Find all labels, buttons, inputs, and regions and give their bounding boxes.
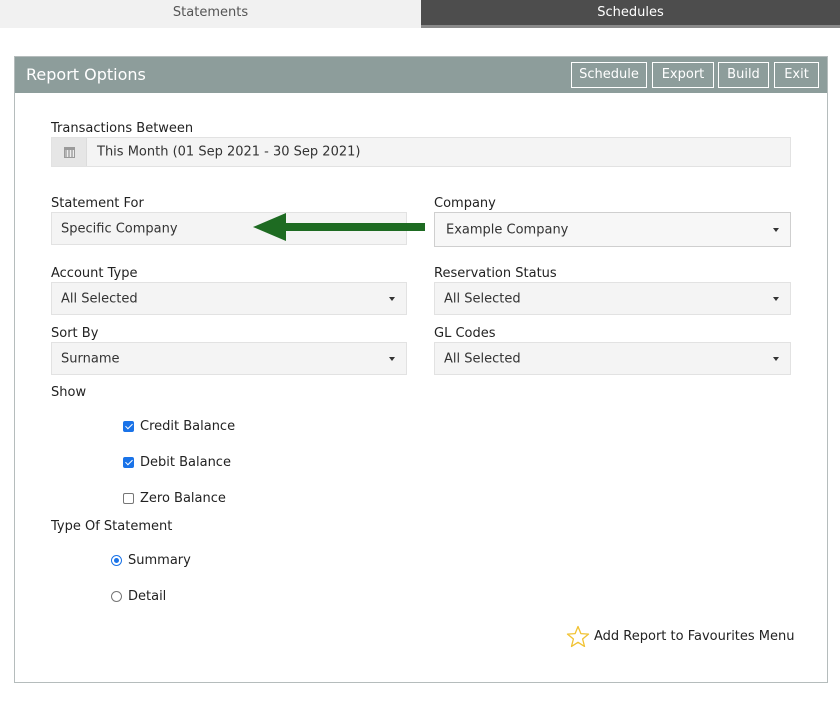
sort-by-value: Surname — [61, 351, 120, 366]
tab-bar: Statements Schedules — [0, 0, 840, 28]
export-button[interactable]: Export — [652, 62, 714, 88]
company-label: Company — [434, 196, 496, 211]
sort-by-select[interactable]: Surname — [51, 342, 407, 375]
company-value: Example Company — [446, 222, 569, 237]
sort-by-label: Sort By — [51, 326, 99, 341]
chevron-down-icon — [773, 296, 779, 301]
tab-schedules[interactable]: Schedules — [421, 0, 840, 28]
zero-balance-checkbox[interactable] — [123, 493, 134, 504]
debit-balance-option[interactable]: Debit Balance — [123, 455, 231, 470]
panel-header: Report Options Schedule Export Build Exi… — [15, 57, 827, 93]
summary-option[interactable]: Summary — [111, 553, 191, 568]
detail-label: Detail — [128, 589, 167, 604]
reservation-status-value: All Selected — [444, 291, 521, 306]
schedule-button[interactable]: Schedule — [571, 62, 647, 88]
annotation-arrow — [253, 211, 425, 243]
summary-radio[interactable] — [111, 555, 122, 566]
calendar-button[interactable] — [52, 138, 87, 166]
reservation-status-label: Reservation Status — [434, 266, 557, 281]
star-icon — [566, 625, 590, 648]
chevron-down-icon — [773, 356, 779, 361]
account-type-select[interactable]: All Selected — [51, 282, 407, 315]
account-type-value: All Selected — [61, 291, 138, 306]
chevron-down-icon — [773, 227, 779, 232]
calendar-icon — [64, 147, 75, 158]
gl-codes-select[interactable]: All Selected — [434, 342, 791, 375]
zero-balance-label: Zero Balance — [140, 491, 226, 506]
add-to-favourites-label: Add Report to Favourites Menu — [594, 629, 795, 644]
reservation-status-select[interactable]: All Selected — [434, 282, 791, 315]
credit-balance-checkbox[interactable] — [123, 421, 134, 432]
type-of-statement-label: Type Of Statement — [51, 519, 173, 534]
add-to-favourites-link[interactable]: Add Report to Favourites Menu — [566, 625, 795, 648]
gl-codes-label: GL Codes — [434, 326, 496, 341]
gl-codes-value: All Selected — [444, 351, 521, 366]
debit-balance-checkbox[interactable] — [123, 457, 134, 468]
chevron-down-icon — [389, 296, 395, 301]
credit-balance-label: Credit Balance — [140, 419, 236, 434]
date-range-field[interactable]: This Month (01 Sep 2021 - 30 Sep 2021) — [51, 137, 791, 167]
transactions-between-label: Transactions Between — [51, 121, 194, 136]
panel-title: Report Options — [26, 65, 146, 84]
debit-balance-label: Debit Balance — [140, 455, 231, 470]
account-type-label: Account Type — [51, 266, 138, 281]
build-button[interactable]: Build — [718, 62, 769, 88]
credit-balance-option[interactable]: Credit Balance — [123, 419, 235, 434]
detail-radio[interactable] — [111, 591, 122, 602]
arrow-left-icon — [253, 213, 425, 241]
date-range-value: This Month (01 Sep 2021 - 30 Sep 2021) — [97, 144, 361, 160]
statement-for-label: Statement For — [51, 196, 144, 211]
exit-button[interactable]: Exit — [774, 62, 819, 88]
zero-balance-option[interactable]: Zero Balance — [123, 491, 226, 506]
statement-for-value: Specific Company — [61, 221, 178, 236]
summary-label: Summary — [128, 553, 191, 568]
company-select[interactable]: Example Company — [434, 212, 791, 247]
tab-statements[interactable]: Statements — [0, 0, 421, 28]
chevron-down-icon — [389, 356, 395, 361]
show-label: Show — [51, 385, 87, 400]
detail-option[interactable]: Detail — [111, 589, 166, 604]
